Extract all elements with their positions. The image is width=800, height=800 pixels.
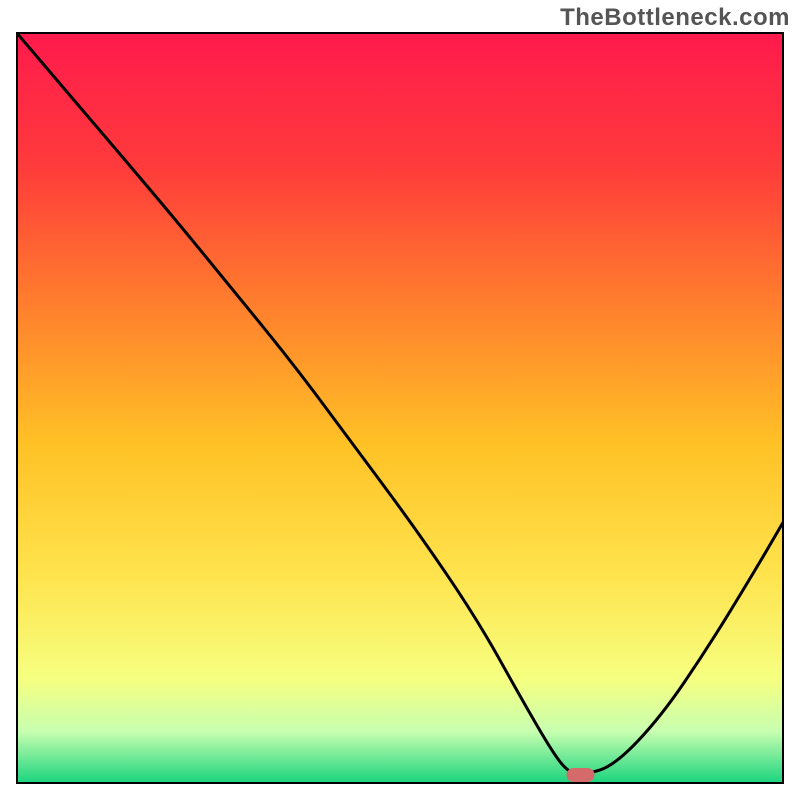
gradient-background xyxy=(16,32,784,784)
chart-frame: TheBottleneck.com xyxy=(0,0,800,800)
chart-svg xyxy=(16,32,784,784)
plot-area xyxy=(16,32,784,784)
optimal-marker xyxy=(566,768,594,782)
watermark-text: TheBottleneck.com xyxy=(560,4,790,32)
